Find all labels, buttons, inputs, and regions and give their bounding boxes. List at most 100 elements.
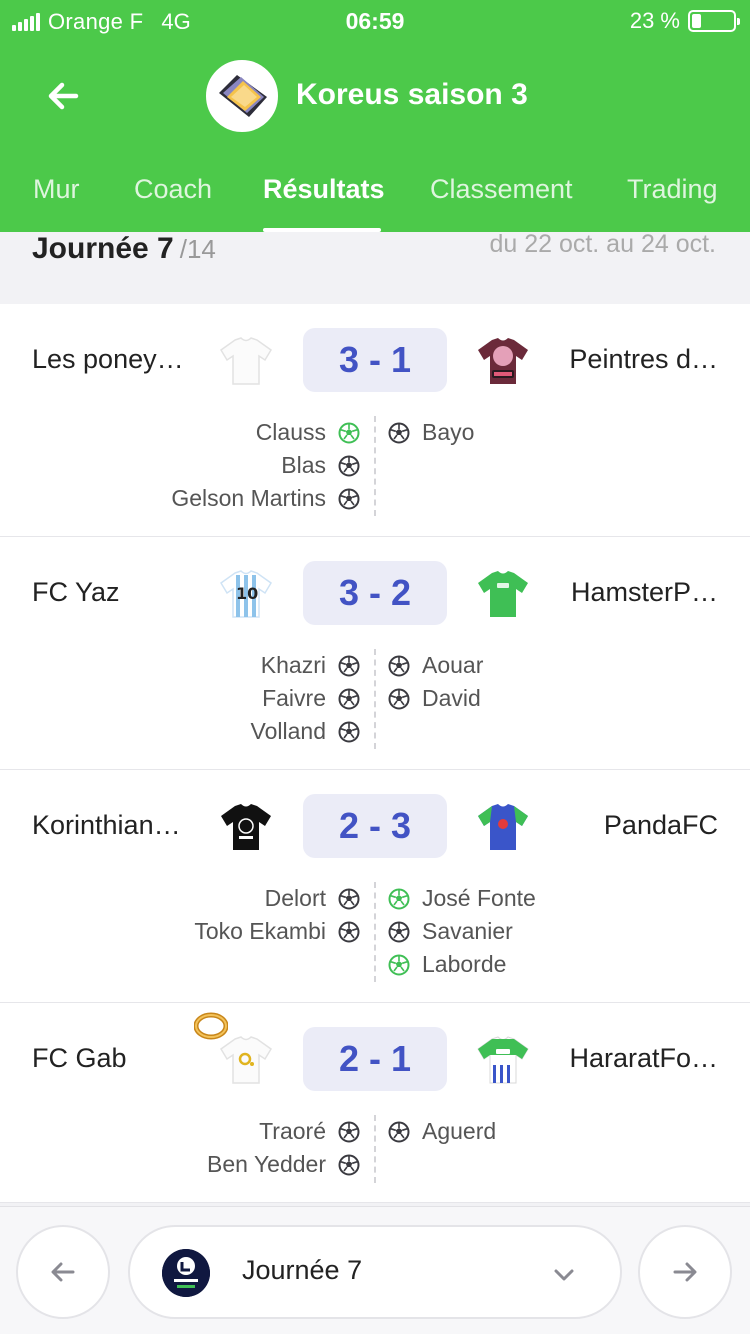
status-right: 23 % xyxy=(629,8,740,34)
home-scorers: Delort Toko Ekambi xyxy=(194,882,360,948)
scorer: David xyxy=(388,682,483,715)
scorer: Traoré xyxy=(207,1115,360,1148)
blue-jersey-icon xyxy=(476,802,530,852)
scorer: Aguerd xyxy=(388,1115,496,1148)
match-score[interactable]: 2 - 1 xyxy=(303,1027,447,1091)
home-team-name: Korinthian… xyxy=(32,810,181,840)
scorer: Clauss xyxy=(171,416,360,449)
soccer-ball-icon xyxy=(388,688,410,710)
day-selector[interactable]: Journée 7 xyxy=(128,1225,622,1319)
battery-percent: 23 % xyxy=(629,8,680,33)
day-total: /14 xyxy=(179,234,216,264)
bottom-nav: Journée 7 xyxy=(0,1206,750,1334)
home-scorers: Traoré Ben Yedder xyxy=(207,1115,360,1181)
home-team-name: Les poney… xyxy=(32,344,184,374)
soccer-ball-icon xyxy=(338,1154,360,1176)
soccer-ball-icon xyxy=(338,655,360,677)
scorer: José Fonte xyxy=(388,882,536,915)
scorer-divider xyxy=(374,1115,376,1183)
tab-mur[interactable]: Mur xyxy=(33,174,80,205)
scorer: Delort xyxy=(194,882,360,915)
scorer-name: Aguerd xyxy=(422,1118,497,1144)
match-score[interactable]: 3 - 1 xyxy=(303,328,447,392)
scorer-name: Delort xyxy=(264,885,326,911)
app-header: Orange F 4G 06:59 23 % Koreus saison 3 M… xyxy=(0,0,750,232)
arrow-left-icon xyxy=(51,1262,75,1282)
scorer-divider xyxy=(374,649,376,749)
match-card[interactable]: FC Yaz 10 3 - 2 Khazri Faivre Volland Ao… xyxy=(0,537,750,770)
scorer: Toko Ekambi xyxy=(194,915,360,948)
day-date-range: du 22 oct. au 24 oct. xyxy=(489,230,716,258)
scorer: Savanier xyxy=(388,915,536,948)
back-button[interactable] xyxy=(44,74,84,118)
match-card[interactable]: Korinthian… 2 - 3 Delort Toko Ekambi Jos… xyxy=(0,770,750,1003)
day-title: Journée 7 xyxy=(32,232,174,265)
match-score[interactable]: 3 - 2 xyxy=(303,561,447,625)
scorer: Bayo xyxy=(388,416,474,449)
away-scorers: Aouar David xyxy=(388,649,483,715)
soccer-ball-icon xyxy=(338,422,360,444)
match-card[interactable]: FC Gab 2 - 1 Traoré Ben Yedder Aguerd Ha… xyxy=(0,1003,750,1203)
soccer-ball-icon xyxy=(388,655,410,677)
chevron-down-icon xyxy=(552,1263,576,1287)
soccer-ball-icon xyxy=(388,1121,410,1143)
scorer-name: José Fonte xyxy=(422,885,536,911)
scorer-divider xyxy=(374,882,376,982)
next-day-button[interactable] xyxy=(638,1225,732,1319)
arrow-right-icon xyxy=(673,1262,697,1282)
tab-trading[interactable]: Trading xyxy=(627,174,718,205)
day-title-wrap: Journée 7/14 xyxy=(32,232,216,266)
soccer-ball-icon xyxy=(338,455,360,477)
away-team-name: HararatFo… xyxy=(569,1043,718,1073)
black-jersey-icon xyxy=(219,802,273,852)
scorer-name: Clauss xyxy=(255,419,326,445)
scorer-name: Gelson Martins xyxy=(171,485,326,511)
soccer-ball-icon xyxy=(338,921,360,943)
scorer-divider xyxy=(374,416,376,516)
ligue1-logo-icon xyxy=(162,1249,210,1297)
tab-resultats[interactable]: Résultats xyxy=(263,174,385,205)
home-team-name: FC Yaz xyxy=(32,577,120,607)
mpg-jersey-icon xyxy=(476,1035,530,1085)
match-score[interactable]: 2 - 3 xyxy=(303,794,447,858)
scorer-name: Faivre xyxy=(262,685,326,711)
soccer-ball-icon xyxy=(388,954,410,976)
scorer-name: Traoré xyxy=(259,1118,326,1144)
scorer-name: Bayo xyxy=(422,419,475,445)
svg-text:10: 10 xyxy=(236,584,258,603)
pink-jersey-icon xyxy=(476,336,530,386)
scorer-name: Savanier xyxy=(422,918,513,944)
away-scorers: Bayo xyxy=(388,416,474,449)
battery-icon xyxy=(688,10,740,32)
scorer: Faivre xyxy=(251,682,360,715)
away-team-name: Peintres d… xyxy=(569,344,718,374)
previous-day-button[interactable] xyxy=(16,1225,110,1319)
match-list: Les poney… 3 - 1 Clauss Blas Gelson Mart… xyxy=(0,304,750,1203)
status-bar: Orange F 4G 06:59 23 % xyxy=(0,0,750,44)
home-scorers: Clauss Blas Gelson Martins xyxy=(171,416,360,515)
soccer-ball-icon xyxy=(338,1121,360,1143)
day-selector-label: Journée 7 xyxy=(242,1255,363,1285)
tab-bar: Mur Coach Résultats Classement Trading xyxy=(0,160,750,232)
league-title: Koreus saison 3 xyxy=(296,78,528,111)
scorer-name: Laborde xyxy=(422,951,507,977)
scorer-name: David xyxy=(422,685,481,711)
tab-coach[interactable]: Coach xyxy=(134,174,212,205)
soccer-ball-icon xyxy=(338,688,360,710)
league-logo xyxy=(206,60,278,132)
away-scorers: José Fonte Savanier Laborde xyxy=(388,882,536,981)
home-scorers: Khazri Faivre Volland xyxy=(251,649,360,748)
green-jersey-icon xyxy=(476,569,530,619)
scorer-name: Aouar xyxy=(422,652,484,678)
scorer-name: Khazri xyxy=(260,652,326,678)
soccer-ball-icon xyxy=(388,888,410,910)
soccer-ball-icon xyxy=(338,721,360,743)
scorer-name: Toko Ekambi xyxy=(194,918,326,944)
tab-classement[interactable]: Classement xyxy=(430,174,573,205)
scorer-name: Ben Yedder xyxy=(207,1151,326,1177)
home-team-name: FC Gab xyxy=(32,1043,127,1073)
match-card[interactable]: Les poney… 3 - 1 Clauss Blas Gelson Mart… xyxy=(0,304,750,537)
scorer: Gelson Martins xyxy=(171,482,360,515)
away-team-name: HamsterP… xyxy=(570,577,718,607)
scorer: Laborde xyxy=(388,948,536,981)
